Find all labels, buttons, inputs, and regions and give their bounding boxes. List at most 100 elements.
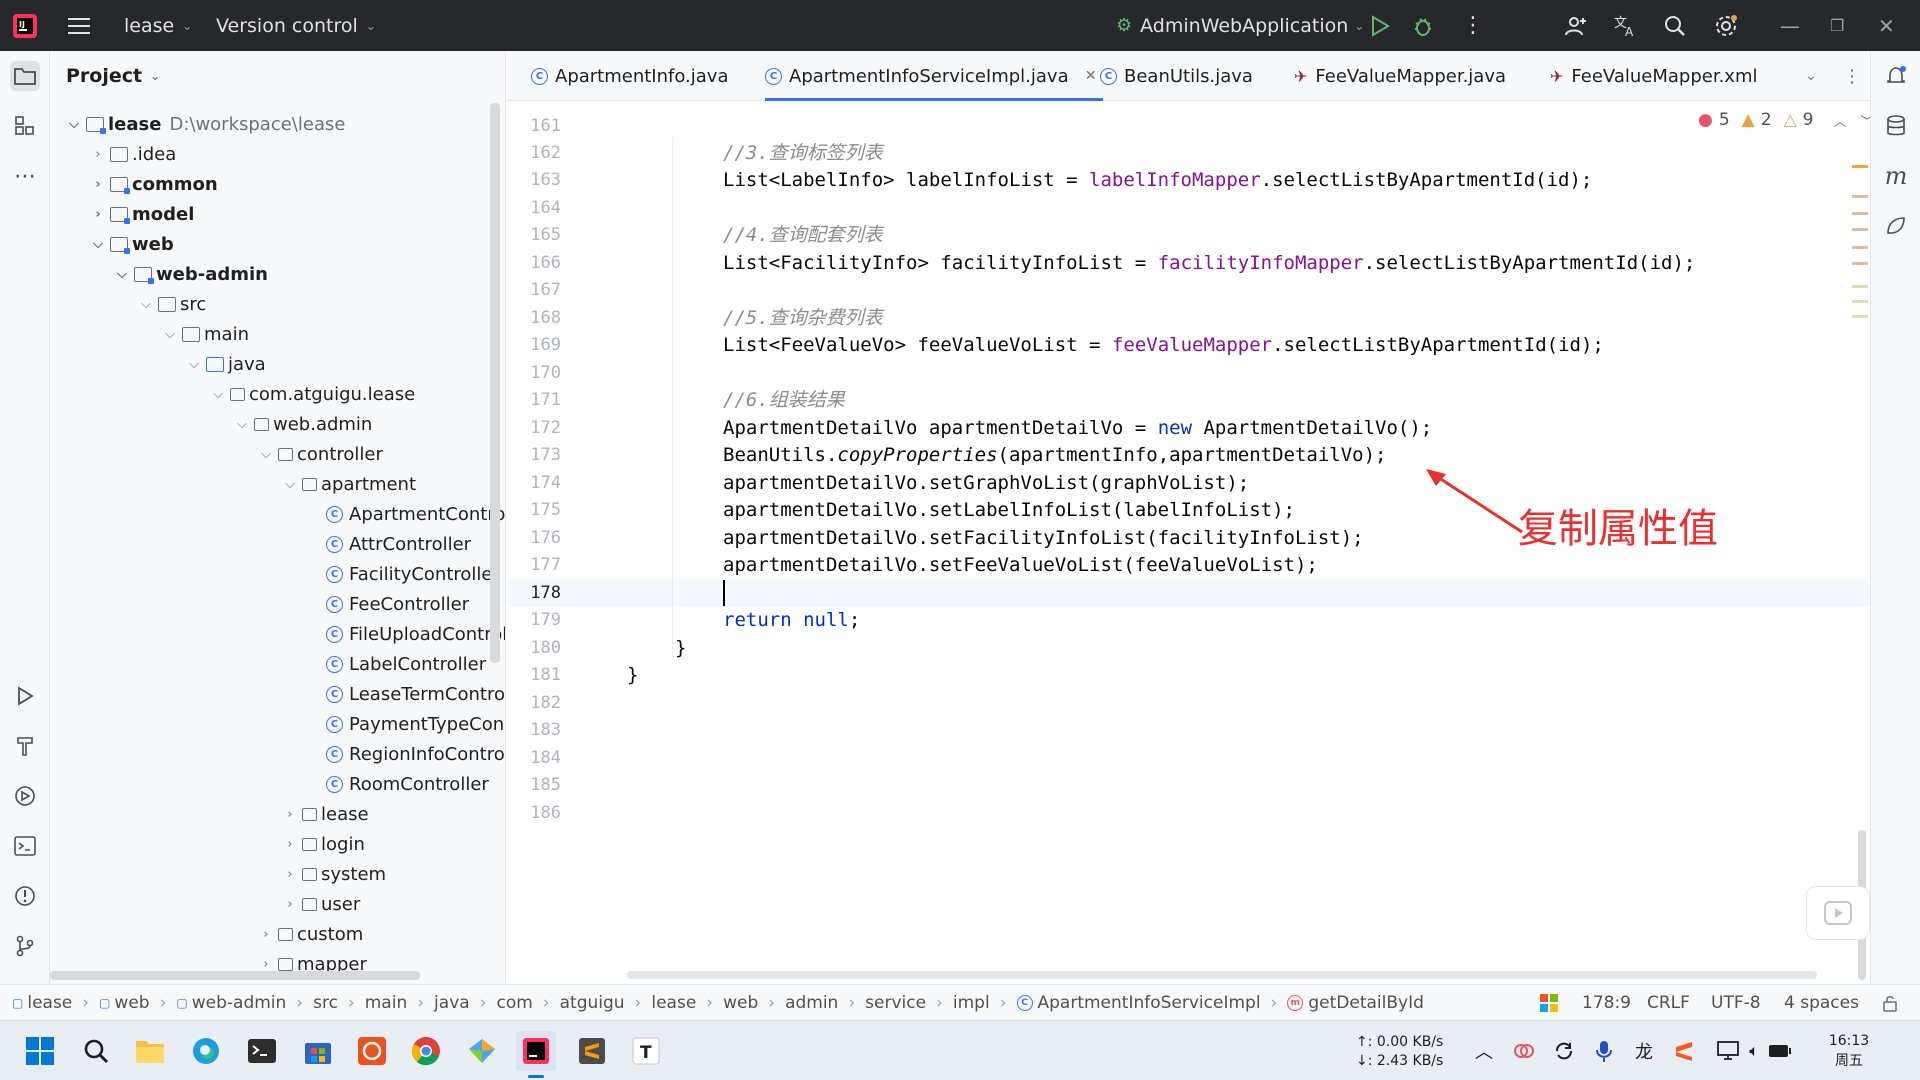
editor-horizontal-scrollbar[interactable] <box>627 971 1817 979</box>
tab-apartmentinfo[interactable]: C ApartmentInfo.java <box>531 51 729 101</box>
sublime-text-icon[interactable] <box>572 1031 612 1071</box>
close-tab-icon[interactable]: ✕ <box>1085 68 1097 84</box>
chrome-browser-icon[interactable] <box>406 1031 446 1071</box>
file-encoding[interactable]: UTF-8 <box>1711 985 1761 1021</box>
vcs-menu[interactable]: Version control ⌄ <box>216 0 376 51</box>
tree-item-root[interactable]: ⌵ lease D:\workspace\lease <box>64 109 345 139</box>
run-button[interactable] <box>1370 0 1390 51</box>
code-line[interactable]: } <box>675 635 686 662</box>
tree-item[interactable]: ⌵ com.atguigu.lease <box>208 379 415 409</box>
tree-item[interactable]: › system <box>280 859 386 889</box>
file-explorer-icon[interactable] <box>130 1031 170 1071</box>
line-separator[interactable]: CRLF <box>1647 985 1690 1021</box>
battery-icon[interactable] <box>1760 1031 1800 1071</box>
close-window-button[interactable]: ✕ <box>1878 0 1895 51</box>
ubuntu-app-icon[interactable] <box>352 1031 392 1071</box>
store-app-icon[interactable] <box>298 1031 338 1071</box>
breadcrumb-item[interactable]: java <box>434 993 470 1013</box>
ai-assistant-icon[interactable] <box>1881 211 1911 241</box>
tree-item[interactable]: ⌵ src <box>136 289 206 319</box>
run-config-selector[interactable]: ⚙ AdminWebApplication ⌄ <box>1116 0 1364 51</box>
breadcrumb-item[interactable]: src <box>313 993 338 1013</box>
breadcrumb-item[interactable]: getDetailById <box>1308 993 1424 1013</box>
tree-item[interactable]: › common <box>88 169 217 199</box>
notifications-bell-icon[interactable] <box>1881 61 1911 91</box>
breadcrumb-item[interactable]: service <box>865 993 926 1013</box>
tab-actions-more-icon[interactable]: ⋮ <box>1843 51 1861 101</box>
breadcrumb-item[interactable]: main <box>365 993 407 1013</box>
tree-item[interactable]: ⌵ web <box>88 229 174 259</box>
tree-item-class[interactable]: C PaymentTypeConi <box>324 709 505 739</box>
add-user-icon[interactable] <box>1564 0 1588 51</box>
code-line[interactable]: List<LabelInfo> labelInfoList = labelInf… <box>723 167 1592 194</box>
indent-setting[interactable]: 4 spaces <box>1784 985 1859 1021</box>
tab-feevaluemapper-xml[interactable]: ✈ FeeValueMapper.xml <box>1550 51 1774 101</box>
caret-position[interactable]: 178:9 <box>1582 985 1631 1021</box>
project-tool-folder-icon[interactable] <box>10 61 40 91</box>
project-switcher[interactable]: lease ⌄ <box>124 0 192 51</box>
debug-button[interactable] <box>1412 0 1434 51</box>
ime-chinese-icon[interactable]: ⻰ <box>1624 1031 1664 1071</box>
code-line[interactable]: List<FacilityInfo> facilityInfoList = fa… <box>723 250 1695 277</box>
services-icon[interactable] <box>10 781 40 811</box>
breadcrumb-item[interactable]: com <box>496 993 532 1013</box>
terminal-app-icon[interactable] <box>242 1031 282 1071</box>
code-line[interactable]: apartmentDetailVo.setGraphVoList(graphVo… <box>723 470 1249 497</box>
start-button-windows-icon[interactable] <box>20 1031 60 1071</box>
breadcrumb-item[interactable]: web <box>723 993 758 1013</box>
chevron-up-icon[interactable]: ︿ <box>1833 111 1846 130</box>
lock-icon[interactable] <box>1882 985 1898 1021</box>
problems-icon[interactable] <box>10 881 40 911</box>
maven-icon[interactable]: m <box>1881 161 1911 191</box>
tray-app-icon[interactable] <box>1504 1031 1544 1071</box>
tab-feevaluemapper-java[interactable]: ✈ FeeValueMapper.java <box>1294 51 1506 101</box>
tree-item-class[interactable]: C FileUploadControll <box>324 619 505 649</box>
database-icon[interactable] <box>1881 111 1911 141</box>
restore-button[interactable]: ❐ <box>1830 0 1844 51</box>
tree-vertical-scrollbar[interactable] <box>490 103 500 663</box>
tabs-overflow-chevron-icon[interactable]: ⌄ <box>1805 51 1817 101</box>
code-line[interactable]: } <box>627 662 638 689</box>
build-hammer-icon[interactable] <box>10 731 40 761</box>
breadcrumb-item[interactable]: impl <box>953 993 990 1013</box>
git-branch-icon[interactable] <box>10 931 40 961</box>
gem-app-icon[interactable] <box>462 1031 502 1071</box>
run-tool-icon[interactable] <box>10 681 40 711</box>
tree-item-class[interactable]: C LeaseTermControl <box>324 679 505 709</box>
terminal-icon[interactable] <box>10 831 40 861</box>
translate-icon[interactable]: 文A <box>1614 0 1638 51</box>
tree-horizontal-scrollbar[interactable] <box>50 971 420 980</box>
tree-item-class[interactable]: C ApartmentControll <box>324 499 505 529</box>
clock[interactable]: 16:13 周五 <box>1814 1031 1884 1071</box>
tree-item[interactable]: › lease <box>280 799 368 829</box>
tree-item-class[interactable]: C LabelController <box>324 649 486 679</box>
main-menu-icon[interactable] <box>68 0 90 51</box>
tab-beanutils[interactable]: C BeanUtils.java <box>1100 51 1253 101</box>
tab-apartmentinfoserviceimpl[interactable]: C ApartmentInfoServiceImpl.java ✕ <box>765 51 1103 101</box>
taskbar-search-icon[interactable] <box>76 1031 116 1071</box>
project-panel-header[interactable]: Project ⌄ <box>66 65 160 87</box>
breadcrumb-item[interactable]: web <box>114 993 149 1013</box>
tray-chevron-up-icon[interactable]: ︿ <box>1464 1031 1504 1071</box>
tree-item[interactable]: › model <box>88 199 194 229</box>
tree-item[interactable]: › .idea <box>88 139 176 169</box>
tree-item[interactable]: ⌵ web-admin <box>112 259 268 289</box>
inspection-widget[interactable]: ● 5 ▲ 2 △ 9 ︿ ﹀ <box>1698 110 1874 130</box>
tree-item[interactable]: ⌵ main <box>160 319 249 349</box>
code-line[interactable]: List<FeeValueVo> feeValueVoList = feeVal… <box>723 332 1604 359</box>
breadcrumb-item[interactable]: lease <box>651 993 696 1013</box>
tree-item-class[interactable]: C RegionInfoControll <box>324 739 505 769</box>
code-line[interactable]: BeanUtils.copyProperties(apartmentInfo,a… <box>723 442 1386 469</box>
breadcrumb-item[interactable]: ApartmentInfoServiceImpl <box>1038 993 1261 1013</box>
breadcrumb-item[interactable]: atguigu <box>560 993 625 1013</box>
microphone-icon[interactable] <box>1584 1031 1624 1071</box>
edge-browser-icon[interactable] <box>186 1031 226 1071</box>
breadcrumb-item[interactable]: lease <box>27 993 72 1013</box>
code-line[interactable]: apartmentDetailVo.setLabelInfoList(label… <box>723 497 1295 524</box>
tree-item[interactable]: ⌵ web.admin <box>232 409 372 439</box>
typora-icon[interactable]: T <box>626 1031 666 1071</box>
tree-item[interactable]: ⌵ controller <box>256 439 383 469</box>
intellij-taskbar-icon[interactable] <box>516 1031 556 1071</box>
tree-item[interactable]: › login <box>280 829 364 859</box>
sublime-tray-icon[interactable] <box>1664 1031 1704 1071</box>
